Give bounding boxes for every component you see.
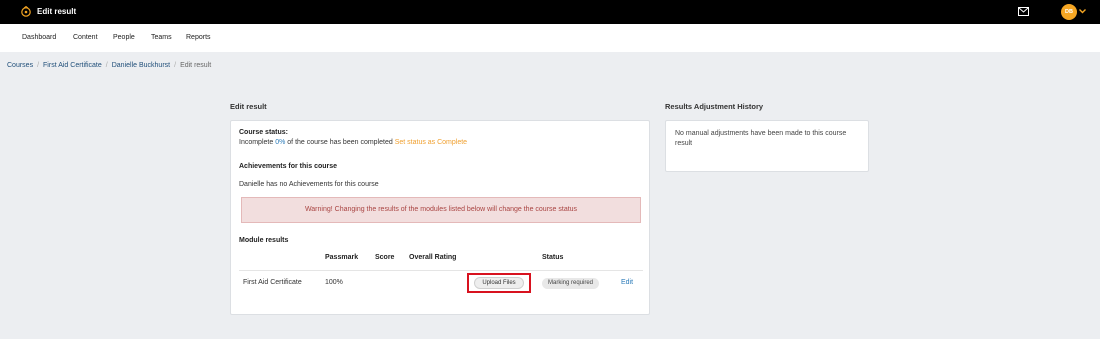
breadcrumb-separator: / — [37, 62, 40, 69]
nav-item-dashboard[interactable]: Dashboard — [22, 34, 56, 41]
edit-link[interactable]: Edit — [621, 279, 633, 286]
nav-item-teams[interactable]: Teams — [151, 34, 172, 41]
breadcrumb-separator: / — [105, 62, 108, 69]
nav-item-reports[interactable]: Reports — [186, 34, 211, 41]
breadcrumb-separator: / — [174, 62, 177, 69]
set-status-complete-link[interactable]: Set status as Complete — [395, 139, 467, 146]
status-badge: Marking required — [542, 278, 599, 289]
page-title: Edit result — [37, 7, 77, 16]
edit-result-card: Course status: Incomplete 0% of the cour… — [230, 120, 650, 315]
history-card: No manual adjustments have been made to … — [665, 120, 869, 172]
status-prefix: Incomplete — [239, 139, 274, 146]
column-header-score: Score — [375, 254, 395, 261]
breadcrumb-courses[interactable]: Courses — [7, 62, 33, 69]
status-percent: 0% — [275, 139, 286, 146]
module-passmark: 100% — [325, 279, 343, 286]
breadcrumb-current: Edit result — [180, 62, 212, 69]
logo-icon[interactable] — [21, 6, 31, 18]
top-bar: Edit result DB — [0, 0, 1100, 24]
course-status-label: Course status: — [239, 129, 289, 136]
breadcrumb: Courses / First Aid Certificate / Danielle B… — [7, 62, 211, 69]
breadcrumb-course[interactable]: First Aid Certificate — [43, 62, 102, 69]
breadcrumb-learner[interactable]: Danielle Buckhurst — [112, 62, 170, 69]
nav-item-content[interactable]: Content — [73, 34, 98, 41]
warning-alert: Warning! Changing the results of the mod… — [241, 197, 641, 223]
main-nav: Dashboard Content People Teams Reports — [0, 24, 1100, 52]
nav-item-people[interactable]: People — [113, 34, 135, 41]
history-text: No manual adjustments have been made to … — [675, 130, 847, 147]
achievements-heading: Achievements for this course — [239, 163, 338, 170]
module-results-heading: Module results — [239, 237, 289, 244]
module-name: First Aid Certificate — [243, 279, 302, 286]
achievements-text: Danielle has no Achievements for this co… — [239, 181, 379, 188]
column-header-status: Status — [542, 254, 564, 261]
course-status-line: Incomplete 0% of the course has been com… — [239, 139, 467, 146]
status-suffix: of the course has been completed — [287, 139, 393, 146]
upload-files-button[interactable]: Upload Files — [474, 277, 524, 289]
column-header-passmark: Passmark — [325, 254, 359, 261]
edit-result-heading: Edit result — [230, 102, 267, 111]
table-divider — [239, 270, 643, 271]
column-header-overall-rating: Overall Rating — [409, 254, 457, 261]
history-heading: Results Adjustment History — [665, 102, 764, 111]
chevron-down-icon[interactable] — [1079, 8, 1086, 14]
avatar[interactable]: DB — [1061, 4, 1077, 20]
mail-icon[interactable] — [1018, 7, 1029, 16]
